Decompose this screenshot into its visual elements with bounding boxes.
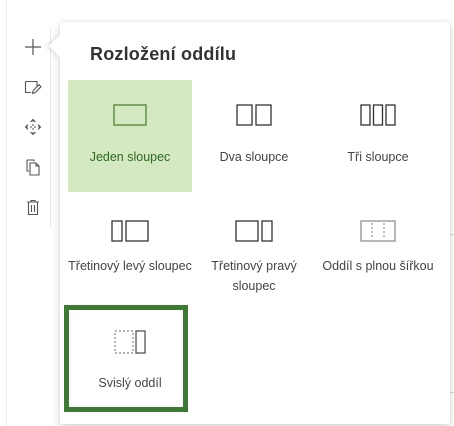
layout-option-label: Třetinový pravý sloupec — [211, 259, 297, 293]
layout-option-one-third-left[interactable]: Třetinový levý sloupec — [68, 196, 192, 306]
layout-option-two-columns[interactable]: Dva sloupce — [192, 80, 316, 192]
layout-option-label: Svislý oddíl — [98, 376, 162, 390]
layout-option-full-width[interactable]: Oddíl s plnou šířkou — [316, 196, 440, 306]
move-icon — [24, 118, 42, 136]
layout-option-label: Třetinový levý sloupec — [68, 259, 192, 273]
layout-option-label: Jeden sloupec — [89, 150, 171, 164]
layout-option-label: Tři sloupce — [347, 150, 409, 164]
delete-section-button[interactable] — [22, 196, 44, 218]
two-columns-icon — [236, 104, 272, 126]
layout-option-label: Oddíl s plnou šířkou — [322, 259, 434, 273]
page-edge — [6, 0, 7, 426]
duplicate-section-button[interactable] — [22, 156, 44, 178]
full-width-section-icon — [360, 220, 396, 242]
add-section-button[interactable] — [22, 36, 44, 58]
layout-option-label: Dva sloupce — [219, 150, 289, 164]
duplicate-icon — [26, 159, 40, 176]
one-third-left-column-icon — [111, 220, 149, 242]
edit-section-button[interactable] — [22, 76, 44, 98]
layout-option-three-columns[interactable]: Tři sloupce — [316, 80, 440, 192]
three-columns-icon — [360, 104, 396, 126]
layout-option-one-column[interactable]: Jeden sloupec — [68, 80, 192, 192]
one-third-right-column-icon — [235, 220, 273, 242]
edit-icon — [24, 80, 42, 95]
delete-icon — [27, 199, 39, 216]
move-section-button[interactable] — [22, 116, 44, 138]
layout-option-vertical-section[interactable]: Svislý oddíl — [68, 310, 192, 410]
one-column-icon — [113, 104, 147, 126]
vertical-section-icon — [114, 330, 146, 354]
layout-option-one-third-right[interactable]: Třetinový pravý sloupec — [192, 196, 316, 306]
section-toolbar — [14, 28, 51, 228]
add-icon — [25, 39, 41, 55]
panel-title: Rozložení oddílu — [90, 44, 237, 64]
